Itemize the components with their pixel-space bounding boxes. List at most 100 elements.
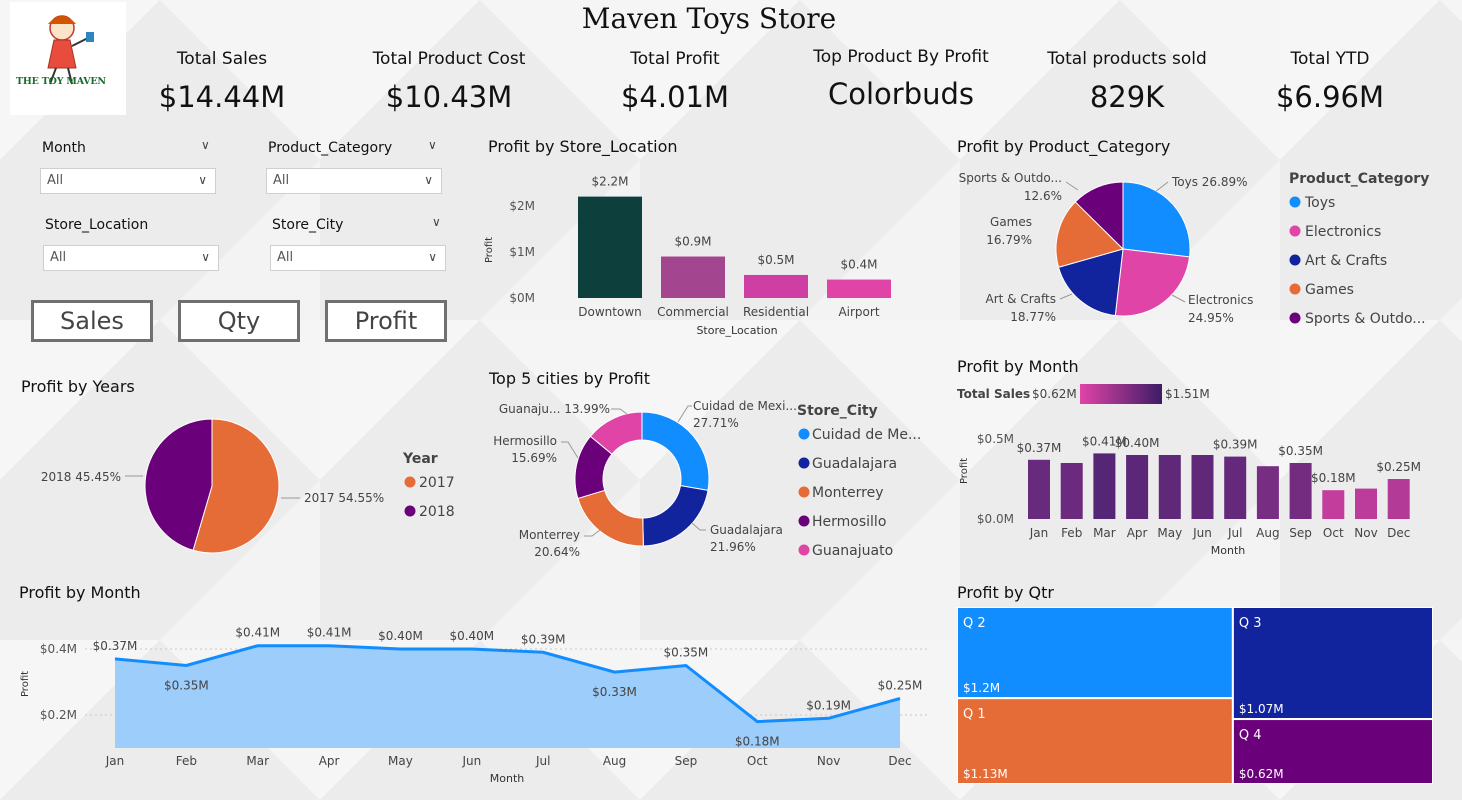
month-bar-x-tick-label: May <box>1157 526 1182 540</box>
years-legend-label: 2018 <box>419 504 455 520</box>
qtr-tile-value: $0.62M <box>1239 767 1284 781</box>
slicer-category-label: Product_Category <box>268 140 393 156</box>
month-bar-x-axis-title: Month <box>1211 544 1246 557</box>
area-point-label: $0.40M <box>378 629 423 643</box>
slicer-category-dropdown[interactable]: All ∨ <box>266 168 442 194</box>
years-chart-title: Profit by Years <box>21 377 135 396</box>
cities-legend-label: Guanajuato <box>812 543 893 559</box>
profit-button[interactable]: Profit <box>325 300 447 342</box>
month-bar-x-tick-label: Sep <box>1289 526 1312 540</box>
month-bar <box>1093 453 1116 519</box>
cities-slice-label: Guanaju... 13.99% <box>499 402 610 416</box>
cities-slice-name: Cuidad de Mexi... <box>693 399 797 413</box>
cities-donut-chart: Cuidad de Mexi... 27.71% Guadalajara 21.96%… <box>493 399 921 559</box>
category-chart-title: Profit by Product_Category <box>957 137 1171 156</box>
category-slice-label: Sports & Outdo... <box>959 171 1062 185</box>
category-legend-label: Sports & Outdo... <box>1305 311 1426 327</box>
cities-leader-line <box>677 405 692 423</box>
chevron-down-icon[interactable]: ∨ <box>432 215 441 229</box>
category-legend-label: Art & Crafts <box>1305 253 1387 269</box>
location-bar <box>661 256 725 298</box>
category-slice-label: 16.79% <box>986 233 1032 247</box>
years-legend-title: Year <box>402 451 438 467</box>
month-bar-x-tick-label: Jan <box>1029 526 1049 540</box>
cities-legend-marker <box>798 515 810 527</box>
slicer-month-dropdown[interactable]: All ∨ <box>40 168 216 194</box>
month-bar <box>1158 455 1181 519</box>
slicer-category-value: All <box>273 173 290 188</box>
kpi-total-sales-value: $14.44M <box>158 80 286 114</box>
category-slice-label: Toys 26.89% <box>1171 175 1248 189</box>
category-legend-label: Games <box>1305 282 1354 298</box>
kpi-total-sales-label: Total Sales <box>176 49 268 69</box>
month-bar-value-label: $0.39M <box>1213 438 1258 452</box>
month-bar-y-axis-title: Profit <box>959 458 970 484</box>
location-x-tick-label: Commercial <box>657 305 729 319</box>
area-y-tick-label: $0.2M <box>40 708 77 722</box>
cities-legend-label: Monterrey <box>812 485 883 501</box>
chevron-down-icon[interactable]: ∨ <box>201 138 210 152</box>
month-bar-x-tick-label: Mar <box>1093 526 1116 540</box>
area-x-tick-label: Feb <box>176 754 197 768</box>
area-point-label: $0.37M <box>93 639 138 653</box>
cities-legend-label: Hermosillo <box>812 514 886 530</box>
qty-button[interactable]: Qty <box>178 300 300 342</box>
category-pie-slice <box>1114 248 1191 317</box>
slicer-city-dropdown[interactable]: All ∨ <box>270 245 446 271</box>
cities-leader-line <box>611 408 628 415</box>
month-bar-x-tick-label: Dec <box>1387 526 1410 540</box>
kpi-ytd-value: $6.96M <box>1275 80 1385 114</box>
category-leader-line <box>1065 181 1079 191</box>
chevron-down-icon: ∨ <box>198 173 207 187</box>
month-bar <box>1126 455 1149 519</box>
category-legend-marker <box>1289 254 1301 266</box>
month-bar-x-tick-label: Jul <box>1227 526 1242 540</box>
years-slice-label: 2018 45.45% <box>41 470 121 484</box>
month-bar-x-tick-label: Jun <box>1192 526 1212 540</box>
area-point-label: $0.35M <box>164 679 209 693</box>
area-x-tick-label: Jul <box>535 754 550 768</box>
cities-leader-line <box>584 529 601 537</box>
category-leader-line <box>1171 294 1186 303</box>
area-point-label: $0.41M <box>307 626 352 640</box>
location-x-axis-title: Store_Location <box>696 324 777 337</box>
area-x-tick-label: Sep <box>675 754 698 768</box>
month-bar-color-gradient <box>1080 384 1162 404</box>
month-bar <box>1191 455 1214 519</box>
years-pie-chart: 2017 54.55% 2018 45.45% Year 2017 2018 <box>41 418 455 554</box>
area-x-tick-label: Aug <box>603 754 626 768</box>
area-point-label: $0.41M <box>235 626 280 640</box>
month-bar <box>1256 466 1279 519</box>
category-slice-label: Electronics <box>1188 293 1253 307</box>
month-area-chart: Profit $0.2M $0.4M $0.37M Jan $0.35M Feb $0.41M… <box>20 626 930 785</box>
cities-leader-line <box>691 522 706 531</box>
area-point-label: $0.19M <box>806 698 851 712</box>
qtr-tile-value: $1.2M <box>963 681 1000 695</box>
location-chart-title: Profit by Store_Location <box>488 137 678 156</box>
month-bar-value-label: $0.35M <box>1278 444 1323 458</box>
kpi-top-product-value: Colorbuds <box>827 77 975 111</box>
location-y-tick-label: $0M <box>509 291 535 305</box>
month-bar-x-tick-label: Nov <box>1354 526 1377 540</box>
cities-legend-marker <box>798 428 810 440</box>
cities-legend-marker <box>798 486 810 498</box>
location-y-tick-label: $1M <box>509 245 535 259</box>
kpi-product-cost-label: Total Product Cost <box>372 49 526 69</box>
sales-button[interactable]: Sales <box>31 300 153 342</box>
chevron-down-icon[interactable]: ∨ <box>428 138 437 152</box>
kpi-product-cost-value: $10.43M <box>385 80 513 114</box>
cities-slice-name: Guadalajara <box>710 523 783 537</box>
month-bar-y-tick-label: $0.5M <box>977 432 1014 446</box>
area-x-axis-title: Month <box>490 772 525 785</box>
location-x-tick-label: Residential <box>743 305 809 319</box>
kpi-ytd-label: Total YTD <box>1290 49 1370 69</box>
kpi-products-sold-label: Total products sold <box>1047 49 1207 69</box>
area-x-tick-label: Nov <box>817 754 840 768</box>
category-slice-label: 18.77% <box>1010 310 1056 324</box>
month-bar <box>1387 479 1410 519</box>
month-bar-value-label: $0.37M <box>1017 441 1062 455</box>
month-bar-color-legend-label: Total Sales <box>957 387 1030 401</box>
slicer-location-dropdown[interactable]: All ∨ <box>43 245 219 271</box>
logo-text: THE TOY MAVEN <box>16 76 106 87</box>
area-x-tick-label: Mar <box>246 754 269 768</box>
